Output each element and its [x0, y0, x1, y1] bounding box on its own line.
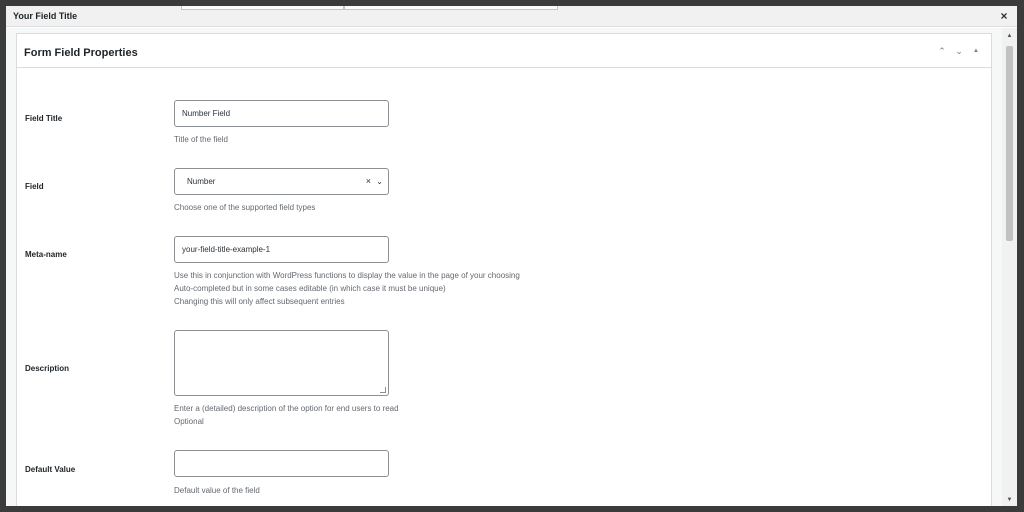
- meta-name-input[interactable]: your-field-title-example-1: [174, 236, 389, 263]
- form-field-properties-panel: Form Field Properties ⌃ ⌄ ▲ Field Title …: [16, 33, 992, 506]
- clear-icon[interactable]: ×: [366, 169, 371, 194]
- field-title-input[interactable]: Number Field: [174, 100, 389, 127]
- meta-name-help-line: Auto-completed but in some cases editabl…: [174, 284, 446, 293]
- modal-title: Your Field Title: [13, 11, 78, 21]
- field-type-help: Choose one of the supported field types: [174, 203, 316, 212]
- backdrop-right: [1017, 0, 1024, 512]
- description-label: Description: [25, 364, 70, 373]
- chevron-down-icon[interactable]: ⌄: [376, 169, 383, 194]
- description-help: Enter a (detailed) description of the op…: [174, 402, 399, 428]
- background-table-cell: [181, 6, 344, 10]
- panel-header: Form Field Properties ⌃ ⌄ ▲: [17, 34, 991, 68]
- field-type-label: Field: [25, 182, 44, 191]
- default-value-input[interactable]: [174, 450, 389, 477]
- description-textarea[interactable]: [174, 330, 389, 396]
- default-value-help: Default value of the field: [174, 486, 260, 495]
- close-icon[interactable]: ×: [997, 9, 1011, 23]
- field-title-help: Title of the field: [174, 135, 228, 144]
- resize-handle-icon[interactable]: [380, 387, 386, 393]
- field-type-selected: Number: [187, 177, 216, 186]
- modal-header: Your Field Title ×: [6, 6, 1017, 27]
- meta-name-help-line: Use this in conjunction with WordPress f…: [174, 271, 520, 280]
- panel-title: Form Field Properties: [24, 47, 138, 59]
- chevron-up-icon[interactable]: ⌃: [935, 45, 949, 57]
- meta-name-help: Use this in conjunction with WordPress f…: [174, 269, 520, 308]
- meta-name-help-line: Changing this will only affect subsequen…: [174, 297, 345, 306]
- background-table-cell: [344, 6, 558, 10]
- vertical-scrollbar[interactable]: ▲ ▼: [1002, 28, 1017, 506]
- default-value-label: Default Value: [25, 465, 76, 474]
- scrollbar-thumb[interactable]: [1006, 46, 1013, 241]
- modal-dialog: Your Field Title × Form Field Properties…: [6, 6, 1017, 506]
- meta-name-label: Meta-name: [25, 250, 67, 259]
- field-type-select[interactable]: Number × ⌄: [174, 168, 389, 195]
- chevron-down-icon[interactable]: ⌄: [952, 45, 966, 57]
- modal-content: Form Field Properties ⌃ ⌄ ▲ Field Title …: [6, 28, 1002, 506]
- triangle-up-icon[interactable]: ▲: [969, 45, 983, 57]
- scroll-up-icon[interactable]: ▲: [1002, 30, 1017, 42]
- scroll-down-icon[interactable]: ▼: [1002, 494, 1017, 506]
- description-help-line: Optional: [174, 417, 204, 426]
- backdrop-bottom: [0, 506, 1024, 512]
- description-help-line: Enter a (detailed) description of the op…: [174, 404, 399, 413]
- field-title-label: Field Title: [25, 114, 63, 123]
